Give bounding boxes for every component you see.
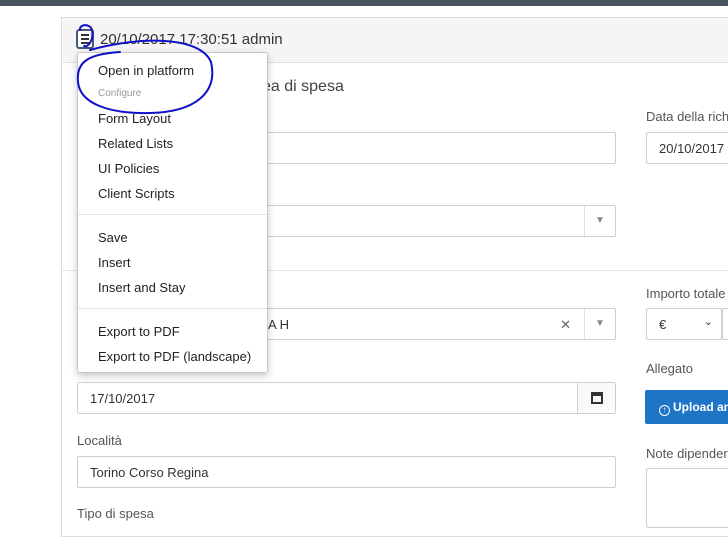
menu-item-related-lists[interactable]: Related Lists <box>98 136 173 151</box>
importo-label: Importo totale <box>646 286 726 301</box>
record-title: 20/10/2017 17:30:51 admin <box>100 31 283 48</box>
clear-x-icon[interactable]: ✕ <box>560 317 571 333</box>
upload-icon: ↑ <box>659 405 670 416</box>
calendar-icon[interactable] <box>577 383 615 413</box>
menu-item-save[interactable]: Save <box>98 230 128 245</box>
menu-section-configure: Configure <box>98 88 142 99</box>
localita-value: Torino Corso Regina <box>90 465 209 480</box>
top-navigation-bar <box>0 0 728 6</box>
chevron-down-icon[interactable]: ▼ <box>584 206 615 236</box>
tipo-label: Tipo di spesa <box>77 506 154 521</box>
section-title: ea di spesa <box>262 78 344 95</box>
menu-item-insert-and-stay[interactable]: Insert and Stay <box>98 280 185 295</box>
context-menu: Open in platform Configure Form Layout R… <box>77 52 268 373</box>
localita-field[interactable]: Torino Corso Regina <box>77 456 616 488</box>
menu-divider <box>78 214 267 215</box>
menu-item-export-pdf[interactable]: Export to PDF <box>98 324 180 339</box>
data-richiesta-label: Data della rich <box>646 109 728 124</box>
localita-label: Località <box>77 433 122 448</box>
amount-field[interactable] <box>722 308 728 340</box>
date-field[interactable]: 17/10/2017 <box>77 382 616 414</box>
chevron-down-icon: ⌄ <box>703 316 713 328</box>
menu-divider <box>78 308 267 309</box>
menu-item-insert[interactable]: Insert <box>98 255 131 270</box>
date-value: 17/10/2017 <box>90 391 156 406</box>
menu-item-open-in-platform[interactable]: Open in platform <box>98 63 194 78</box>
data-richiesta-value: 20/10/2017 <box>659 141 725 156</box>
currency-value: € <box>659 317 667 332</box>
note-label: Note dipender <box>646 446 728 461</box>
menu-item-ui-policies[interactable]: UI Policies <box>98 161 159 176</box>
menu-item-export-pdf-landscape[interactable]: Export to PDF (landscape) <box>98 349 251 364</box>
note-field[interactable] <box>646 468 728 528</box>
menu-item-form-layout[interactable]: Form Layout <box>98 111 171 126</box>
data-richiesta-field[interactable]: 20/10/2017 <box>646 132 728 164</box>
menu-item-client-scripts[interactable]: Client Scripts <box>98 186 175 201</box>
allegato-label: Allegato <box>646 361 693 376</box>
upload-button[interactable]: ↑ Upload an <box>645 390 728 424</box>
upload-label: Upload an <box>673 400 728 414</box>
currency-select[interactable]: € ⌄ <box>646 308 722 340</box>
hamburger-icon[interactable] <box>76 29 94 49</box>
lookup-value: A H <box>268 317 289 332</box>
chevron-down-icon[interactable]: ▼ <box>584 309 615 339</box>
